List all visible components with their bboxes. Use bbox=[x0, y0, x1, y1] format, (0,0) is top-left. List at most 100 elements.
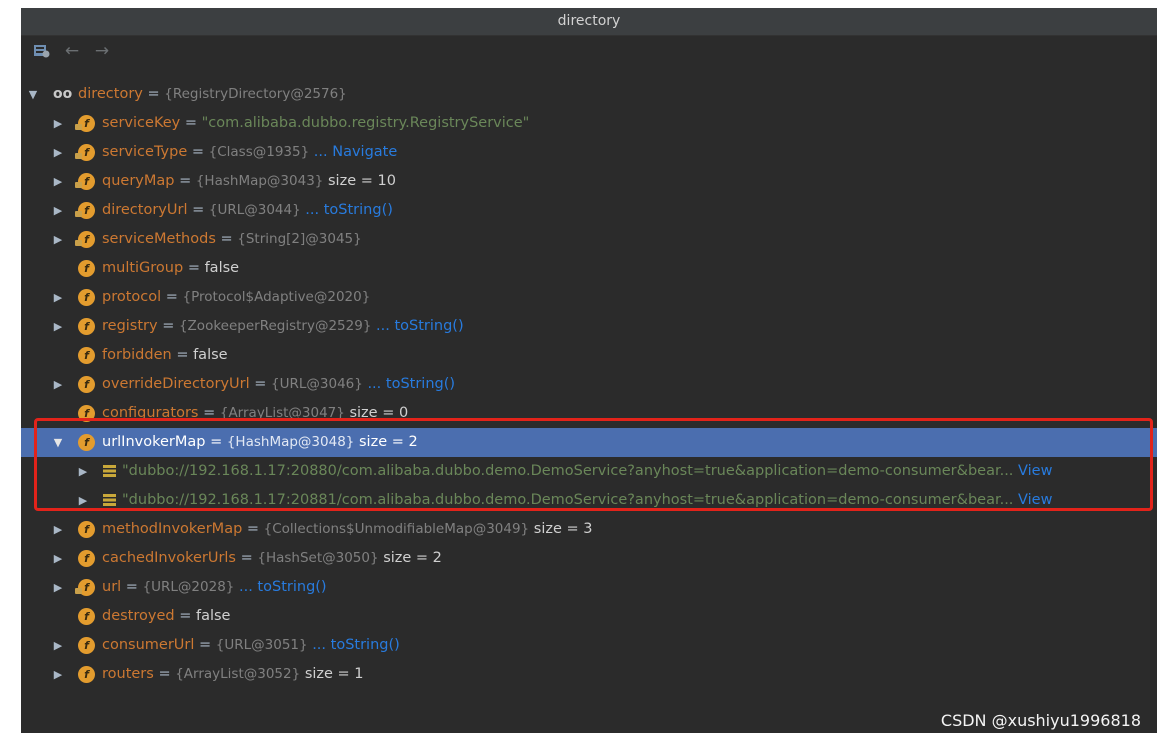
equals-sign: = bbox=[158, 666, 171, 682]
var-type: {Class@1935} bbox=[208, 144, 310, 160]
var-type: {String[2]@3045} bbox=[237, 231, 362, 247]
tree-row-protocol[interactable]: ▶ f protocol = {Protocol$Adaptive@2020} bbox=[21, 283, 1157, 312]
collapsed-triangle-icon[interactable]: ▶ bbox=[76, 486, 90, 515]
back-arrow-icon[interactable]: ← bbox=[62, 41, 82, 61]
tree-row-methodInvokerMap[interactable]: ▶ f methodInvokerMap = {Collections$Unmo… bbox=[21, 515, 1157, 544]
var-type: {URL@3046} bbox=[271, 376, 363, 392]
window-title: directory bbox=[21, 8, 1157, 36]
expanded-triangle-icon[interactable]: ▼ bbox=[26, 80, 40, 109]
tostring-link[interactable]: ... toString() bbox=[367, 376, 455, 392]
var-name: url bbox=[102, 579, 122, 595]
collapsed-triangle-icon[interactable]: ▶ bbox=[51, 515, 65, 544]
tostring-link[interactable]: ... toString() bbox=[312, 637, 400, 653]
field-icon: f bbox=[75, 579, 95, 596]
variables-tree: ▼ oo directory = {RegistryDirectory@2576… bbox=[21, 80, 1157, 689]
collapsed-triangle-icon[interactable]: ▶ bbox=[51, 167, 65, 196]
tree-row-urlInvokerMap[interactable]: ▼ f urlInvokerMap = {HashMap@3048} size … bbox=[21, 428, 1157, 457]
equals-sign: = bbox=[125, 579, 138, 595]
tree-row-serviceType[interactable]: ▶ f serviceType = {Class@1935} ... Navig… bbox=[21, 138, 1157, 167]
var-type: {URL@3051} bbox=[215, 637, 308, 653]
equals-sign: = bbox=[165, 289, 178, 305]
var-name: protocol bbox=[102, 289, 162, 305]
watch-glasses-icon: oo bbox=[53, 86, 73, 102]
tree-row-routers[interactable]: ▶ f routers = {ArrayList@3052} size = 1 bbox=[21, 660, 1157, 689]
tree-row-registry[interactable]: ▶ f registry = {ZookeeperRegistry@2529} … bbox=[21, 312, 1157, 341]
tree-row-overrideDirectoryUrl[interactable]: ▶ f overrideDirectoryUrl = {URL@3046} ..… bbox=[21, 370, 1157, 399]
navigate-link[interactable]: ... Navigate bbox=[314, 144, 397, 160]
view-link[interactable]: View bbox=[1018, 463, 1052, 479]
equals-sign: = bbox=[179, 608, 192, 624]
tostring-link[interactable]: ... toString() bbox=[376, 318, 464, 334]
tree-row-directoryUrl[interactable]: ▶ f directoryUrl = {URL@3044} ... toStri… bbox=[21, 196, 1157, 225]
var-name: serviceType bbox=[102, 144, 188, 160]
collapsed-triangle-icon[interactable]: ▶ bbox=[51, 225, 65, 254]
tostring-link[interactable]: ... toString() bbox=[239, 579, 327, 595]
var-name: configurators bbox=[102, 405, 199, 421]
map-entry-icon bbox=[103, 465, 116, 478]
equals-sign: = bbox=[147, 86, 160, 102]
collapsed-triangle-icon[interactable]: ▶ bbox=[51, 660, 65, 689]
tree-row-map-entry[interactable]: ▶ "dubbo://192.168.1.17:20880/com.alibab… bbox=[21, 457, 1157, 486]
collapsed-triangle-icon[interactable]: ▶ bbox=[51, 370, 65, 399]
equals-sign: = bbox=[162, 318, 175, 334]
var-name: registry bbox=[102, 318, 158, 334]
var-name: consumerUrl bbox=[102, 637, 195, 653]
expanded-triangle-icon[interactable]: ▼ bbox=[51, 428, 65, 457]
var-name: cachedInvokerUrls bbox=[102, 550, 236, 566]
tree-row-consumerUrl[interactable]: ▶ f consumerUrl = {URL@3051} ... toStrin… bbox=[21, 631, 1157, 660]
collapsed-triangle-icon[interactable]: ▶ bbox=[51, 544, 65, 573]
var-type: {HashMap@3048} bbox=[226, 434, 355, 450]
field-icon: f bbox=[78, 405, 95, 422]
tree-row-configurators[interactable]: f configurators = {ArrayList@3047} size … bbox=[21, 399, 1157, 428]
collapsed-triangle-icon[interactable]: ▶ bbox=[76, 457, 90, 486]
table-view-icon[interactable] bbox=[32, 41, 52, 61]
field-icon: f bbox=[78, 376, 95, 393]
tree-row-serviceKey[interactable]: ▶ f serviceKey = "com.alibaba.dubbo.regi… bbox=[21, 109, 1157, 138]
collapsed-triangle-icon[interactable]: ▶ bbox=[51, 631, 65, 660]
equals-sign: = bbox=[176, 347, 189, 363]
field-icon: f bbox=[75, 144, 95, 161]
var-name: forbidden bbox=[102, 347, 172, 363]
tree-row-destroyed[interactable]: f destroyed = false bbox=[21, 602, 1157, 631]
var-name: multiGroup bbox=[102, 260, 184, 276]
size-label: size = 0 bbox=[349, 405, 409, 421]
tree-row-cachedInvokerUrls[interactable]: ▶ f cachedInvokerUrls = {HashSet@3050} s… bbox=[21, 544, 1157, 573]
var-type: {HashSet@3050} bbox=[257, 550, 379, 566]
field-icon: f bbox=[75, 202, 95, 219]
collapsed-triangle-icon[interactable]: ▶ bbox=[51, 283, 65, 312]
collapsed-triangle-icon[interactable]: ▶ bbox=[51, 573, 65, 602]
field-icon: f bbox=[78, 608, 95, 625]
var-name: urlInvokerMap bbox=[102, 434, 206, 450]
tree-row-multiGroup[interactable]: f multiGroup = false bbox=[21, 254, 1157, 283]
string-value: "dubbo://192.168.1.17:20881/com.alibaba.… bbox=[122, 492, 1014, 508]
tree-row-forbidden[interactable]: f forbidden = false bbox=[21, 341, 1157, 370]
collapsed-triangle-icon[interactable]: ▶ bbox=[51, 138, 65, 167]
var-name: directoryUrl bbox=[102, 202, 188, 218]
var-type: {ArrayList@3052} bbox=[175, 666, 301, 682]
tree-row-queryMap[interactable]: ▶ f queryMap = {HashMap@3043} size = 10 bbox=[21, 167, 1157, 196]
tree-row-serviceMethods[interactable]: ▶ f serviceMethods = {String[2]@3045} bbox=[21, 225, 1157, 254]
equals-sign: = bbox=[220, 231, 233, 247]
field-icon: f bbox=[75, 231, 95, 248]
tree-row-url[interactable]: ▶ f url = {URL@2028} ... toString() bbox=[21, 573, 1157, 602]
var-type: {URL@2028} bbox=[142, 579, 235, 595]
equals-sign: = bbox=[203, 405, 216, 421]
size-label: size = 2 bbox=[383, 550, 442, 566]
tree-row-map-entry[interactable]: ▶ "dubbo://192.168.1.17:20881/com.alibab… bbox=[21, 486, 1157, 515]
forward-arrow-icon[interactable]: → bbox=[92, 41, 112, 61]
size-label: size = 1 bbox=[304, 666, 364, 682]
view-link[interactable]: View bbox=[1018, 492, 1052, 508]
var-name: queryMap bbox=[102, 173, 175, 189]
tostring-link[interactable]: ... toString() bbox=[305, 202, 393, 218]
collapsed-triangle-icon[interactable]: ▶ bbox=[51, 109, 65, 138]
size-label: size = 2 bbox=[359, 434, 418, 450]
equals-sign: = bbox=[254, 376, 267, 392]
string-value: "dubbo://192.168.1.17:20880/com.alibaba.… bbox=[122, 463, 1014, 479]
field-icon: f bbox=[75, 173, 95, 190]
collapsed-triangle-icon[interactable]: ▶ bbox=[51, 312, 65, 341]
tree-row-directory[interactable]: ▼ oo directory = {RegistryDirectory@2576… bbox=[21, 80, 1157, 109]
var-type: {ArrayList@3047} bbox=[219, 405, 345, 421]
var-name: routers bbox=[102, 666, 154, 682]
collapsed-triangle-icon[interactable]: ▶ bbox=[51, 196, 65, 225]
equals-sign: = bbox=[179, 173, 192, 189]
